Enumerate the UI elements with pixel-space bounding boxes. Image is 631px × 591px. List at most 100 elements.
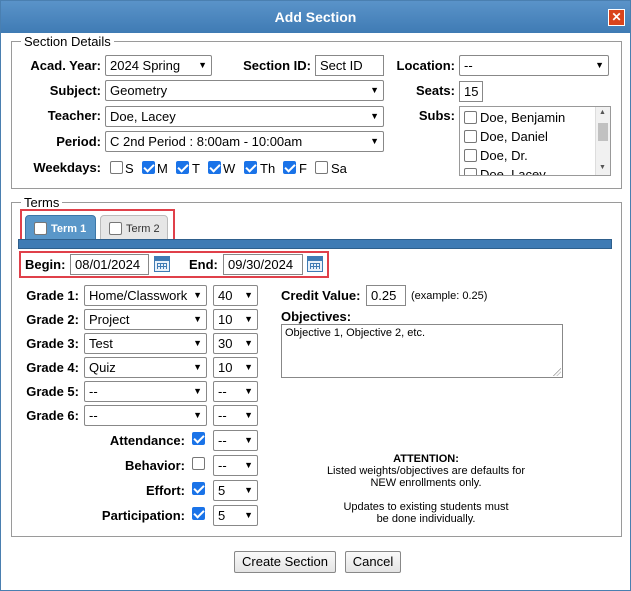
objectives-textarea[interactable]: Objective 1, Objective 2, etc. [281,324,563,378]
subject-label: Subject: [49,83,101,98]
attendance-label: Attendance: [109,433,185,448]
grade-4-type-select[interactable]: Quiz ▼ [84,357,207,378]
cancel-button[interactable]: Cancel [345,551,401,573]
weekday-checkbox-th[interactable] [244,161,257,174]
sub-item-label: Doe, Lacey [480,167,546,176]
acad-year-value: 2024 Spring [110,58,181,73]
period-select[interactable]: C 2nd Period : 8:00am - 10:00am ▼ [105,131,384,152]
sub-checkbox[interactable] [464,130,477,143]
resize-grip-icon[interactable] [553,368,561,376]
chevron-down-icon: ▼ [370,111,379,121]
seats-label: Seats: [415,83,455,98]
weekday-checkbox-m[interactable] [142,161,155,174]
attendance-checkbox[interactable] [192,432,205,445]
attention-line-3: Updates to existing students must [343,501,509,513]
sub-checkbox[interactable] [464,111,477,124]
subs-scrollbar[interactable]: ▲ ▼ [595,107,610,175]
grade-1-type-select[interactable]: Home/Classwork ▼ [84,285,207,306]
grade-2-weight-select[interactable]: 10 ▼ [213,309,258,330]
chevron-down-icon: ▼ [244,510,253,520]
effort-select[interactable]: 5 ▼ [213,480,258,501]
chevron-down-icon: ▼ [244,435,253,445]
behavior-select[interactable]: -- ▼ [213,455,258,476]
attendance-value: -- [218,433,227,448]
section-id-input[interactable]: Sect ID [315,55,384,76]
grade-3-label: Grade 3: [26,336,79,351]
attendance-select[interactable]: -- ▼ [213,430,258,451]
weekday-checkbox-t[interactable] [176,161,189,174]
weekday-checkbox-f[interactable] [283,161,296,174]
behavior-checkbox[interactable] [192,457,205,470]
create-section-button[interactable]: Create Section [234,551,336,573]
effort-checkbox[interactable] [192,482,205,495]
tab-term-2[interactable]: Term 2 [100,215,168,241]
attention-line-1: Listed weights/objectives are defaults f… [326,465,526,477]
close-icon[interactable]: ✕ [608,9,625,26]
tab-term-1[interactable]: Term 1 [25,215,96,241]
calendar-icon[interactable] [154,256,170,272]
grade-3-type-select[interactable]: Test ▼ [84,333,207,354]
credit-value-input[interactable]: 0.25 [366,285,406,306]
chevron-down-icon: ▼ [244,485,253,495]
seats-input[interactable]: 15 [459,81,483,102]
grade-1-weight-select[interactable]: 40 ▼ [213,285,258,306]
add-section-dialog: Add Section ✕ Section Details Acad. Year… [0,0,631,591]
grade-3-weight: 30 [218,336,233,351]
subject-select[interactable]: Geometry ▼ [105,80,384,101]
weekday-checkbox-sa[interactable] [315,161,328,174]
chevron-down-icon: ▼ [193,386,202,396]
sub-checkbox[interactable] [464,149,477,162]
grade-1-weight: 40 [218,288,233,303]
begin-date-input[interactable]: 08/01/2024 [70,254,149,275]
scroll-thumb[interactable] [598,123,608,141]
term-2-checkbox[interactable] [109,222,122,235]
sub-checkbox[interactable] [464,168,477,175]
teacher-select[interactable]: Doe, Lacey ▼ [105,106,384,127]
grade-1-label: Grade 1: [26,288,79,303]
effort-value: 5 [218,483,226,498]
acad-year-select[interactable]: 2024 Spring ▼ [105,55,212,76]
chevron-down-icon: ▼ [370,136,379,146]
participation-checkbox[interactable] [192,507,205,520]
chevron-down-icon: ▼ [193,362,202,372]
grade-4-weight-select[interactable]: 10 ▼ [213,357,258,378]
grade-6-type-select[interactable]: -- ▼ [84,405,207,426]
location-select[interactable]: -- ▼ [459,55,609,76]
calendar-icon[interactable] [307,256,323,272]
grade-6-label: Grade 6: [26,408,79,423]
grade-2-type-select[interactable]: Project ▼ [84,309,207,330]
grade-2-label: Grade 2: [26,312,79,327]
scroll-down-icon[interactable]: ▼ [599,164,606,171]
chevron-down-icon: ▼ [244,386,253,396]
scroll-up-icon[interactable]: ▲ [599,109,606,116]
grade-6-weight-select[interactable]: -- ▼ [213,405,258,426]
participation-select[interactable]: 5 ▼ [213,505,258,526]
sub-item-label: Doe, Dr. [480,148,528,163]
weekday-checkbox-s[interactable] [110,161,123,174]
behavior-value: -- [218,458,227,473]
chevron-down-icon: ▼ [193,314,202,324]
chevron-down-icon: ▼ [595,60,604,70]
term-1-checkbox[interactable] [34,222,47,235]
grade-5-weight-select[interactable]: -- ▼ [213,381,258,402]
dialog-title: Add Section [274,9,357,25]
grade-5-type-select[interactable]: -- ▼ [84,381,207,402]
attention-title: ATTENTION: [393,453,459,465]
attention-line-4: be done individually. [376,513,476,525]
tab-bar [18,239,612,249]
teacher-label: Teacher: [47,108,101,123]
grade-4-type: Quiz [89,360,116,375]
chevron-down-icon: ▼ [193,410,202,420]
grade-4-label: Grade 4: [26,360,79,375]
subject-value: Geometry [110,83,168,98]
chevron-down-icon: ▼ [244,314,253,324]
behavior-label: Behavior: [125,458,185,473]
subs-listbox[interactable]: Doe, Benjamin Doe, Daniel Doe, Dr. Doe, … [459,106,611,176]
effort-label: Effort: [146,483,185,498]
participation-value: 5 [218,508,226,523]
end-date-input[interactable]: 09/30/2024 [223,254,303,275]
grade-3-type: Test [89,336,113,351]
credit-value-label: Credit Value: [281,288,361,303]
weekday-checkbox-w[interactable] [208,161,221,174]
grade-3-weight-select[interactable]: 30 ▼ [213,333,258,354]
